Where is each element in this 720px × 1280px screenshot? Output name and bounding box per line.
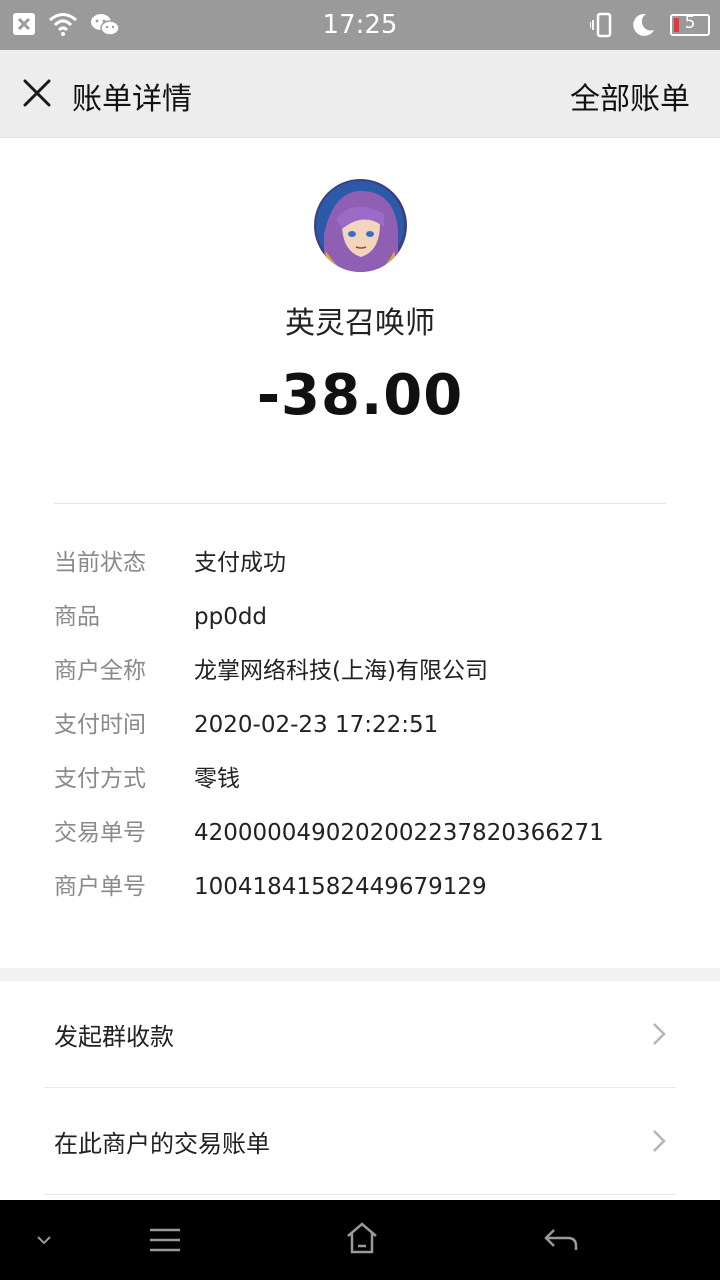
detail-row-payment-time: 支付时间 2020-02-23 17:22:51 (54, 702, 674, 756)
detail-row-status: 当前状态 支付成功 (54, 540, 674, 594)
battery-level: 5 (684, 13, 696, 33)
close-icon[interactable] (20, 76, 54, 110)
detail-value: 支付成功 (194, 550, 286, 576)
detail-row-product: 商品 pp0dd (54, 594, 674, 648)
detail-value: 10041841582449679129 (194, 874, 487, 900)
menu-icon[interactable] (148, 1226, 182, 1254)
chevron-right-icon (653, 1023, 666, 1045)
detail-label: 商品 (54, 604, 100, 630)
detail-value: 龙掌网络科技(上海)有限公司 (194, 658, 488, 684)
detail-row-transaction-id: 交易单号 4200000490202002237820366271 (54, 810, 674, 864)
detail-value: 2020-02-23 17:22:51 (194, 712, 439, 738)
page-title: 账单详情 (72, 82, 192, 117)
detail-label: 当前状态 (54, 550, 146, 576)
detail-row-merchant-full-name: 商户全称 龙掌网络科技(上海)有限公司 (54, 648, 674, 702)
detail-label: 支付时间 (54, 712, 146, 738)
chevron-down-icon[interactable] (34, 1230, 54, 1250)
detail-row-payment-method: 支付方式 零钱 (54, 756, 674, 810)
detail-value: pp0dd (194, 604, 268, 630)
system-nav-bar (0, 1200, 720, 1280)
detail-label: 商户全称 (54, 658, 146, 684)
moon-icon (633, 13, 654, 36)
detail-label: 支付方式 (54, 766, 146, 792)
action-label: 在此商户的交易账单 (54, 1130, 270, 1158)
detail-value: 零钱 (194, 766, 240, 792)
detail-label: 商户单号 (54, 874, 146, 900)
status-bar: 17:25 5 (0, 0, 720, 50)
divider (54, 503, 666, 504)
header: 账单详情 全部账单 (0, 50, 720, 138)
row-separator (44, 1194, 676, 1195)
action-label: 发起群收款 (54, 1023, 174, 1051)
detail-value: 4200000490202002237820366271 (194, 820, 604, 846)
detail-label: 交易单号 (54, 820, 146, 846)
group-collection-row[interactable]: 发起群收款 (0, 981, 720, 1087)
merchant-bills-row[interactable]: 在此商户的交易账单 (0, 1088, 720, 1194)
battery-icon: 5 (670, 13, 710, 36)
merchant-name: 英灵召唤师 (285, 306, 435, 341)
home-icon[interactable] (344, 1220, 380, 1256)
all-bills-link[interactable]: 全部账单 (570, 74, 690, 118)
transaction-details: 当前状态 支付成功 商品 pp0dd 商户全称 龙掌网络科技(上海)有限公司 支… (54, 540, 674, 918)
chevron-right-icon (653, 1130, 666, 1152)
section-gap (0, 968, 720, 981)
back-icon[interactable] (542, 1224, 580, 1256)
transaction-amount: -38.00 (256, 363, 464, 428)
detail-row-merchant-order-id: 商户单号 10041841582449679129 (54, 864, 674, 918)
merchant-avatar (314, 179, 407, 272)
vibrate-icon (590, 12, 612, 38)
